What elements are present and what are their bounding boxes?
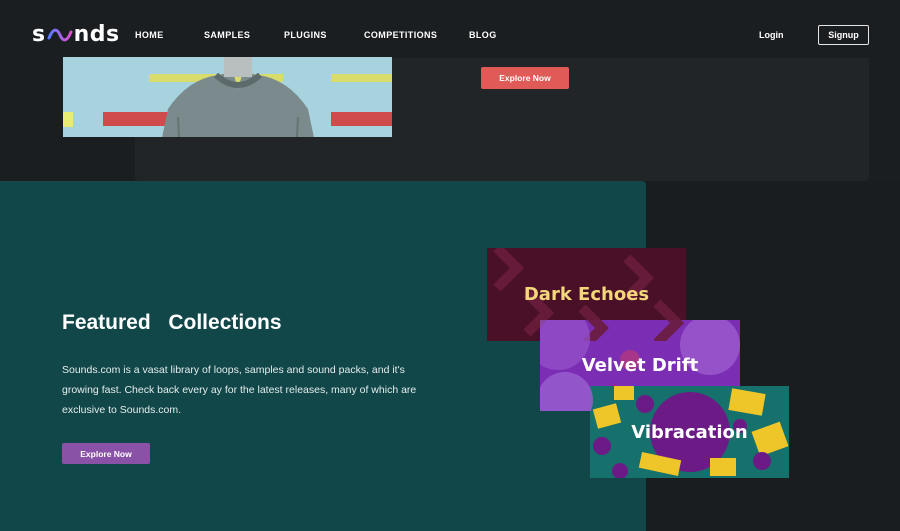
- logo-wave-icon: [47, 28, 73, 41]
- signup-button[interactable]: Signup: [818, 25, 869, 45]
- logo-letter-s: s: [32, 22, 46, 47]
- nav-home[interactable]: HOME: [135, 30, 164, 40]
- nav-samples[interactable]: SAMPLES: [204, 30, 250, 40]
- featured-explore-button[interactable]: Explore Now: [62, 443, 150, 464]
- collection-title: Dark Echoes: [523, 284, 650, 305]
- nav-blog[interactable]: BLOG: [469, 30, 497, 40]
- login-link[interactable]: Login: [759, 30, 784, 40]
- hero-explore-button[interactable]: Explore Now: [481, 67, 569, 89]
- hero-image: [63, 57, 392, 137]
- nav-plugins[interactable]: PLUGINS: [284, 30, 327, 40]
- collection-card-vibracation[interactable]: Vibracation: [590, 386, 789, 478]
- collection-title: Vibracation: [631, 421, 748, 443]
- sounds-logo[interactable]: s nds: [32, 22, 120, 47]
- nav-competitions[interactable]: COMPETITIONS: [364, 30, 437, 40]
- featured-title: Featured Collections: [62, 311, 282, 334]
- person-photo-icon: [162, 57, 314, 137]
- logo-letters-nds: nds: [73, 22, 120, 47]
- featured-description: Sounds.com is a vasat library of loops, …: [62, 364, 417, 416]
- collection-title: Velvet Drift: [581, 355, 699, 376]
